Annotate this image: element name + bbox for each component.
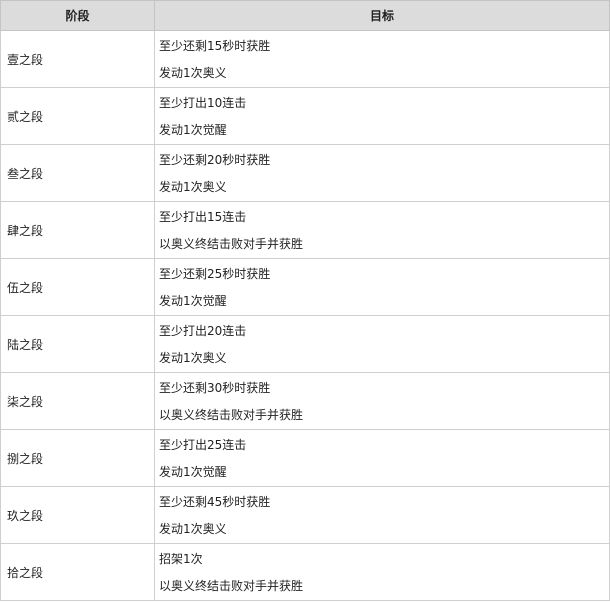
goal-line: 至少打出10连击 [159,96,247,110]
goal-cell: 至少还剩15秒时获胜 发动1次奥义 [154,30,610,88]
goal-cell: 至少还剩20秒时获胜 发动1次奥义 [154,144,610,202]
goal-cell: 至少还剩25秒时获胜 发动1次觉醒 [154,258,610,316]
table-row: 壹之段 至少还剩15秒时获胜 发动1次奥义 [0,30,610,88]
header-goal: 目标 [154,0,610,31]
header-stage: 阶段 [0,0,155,31]
table-row: 陆之段 至少打出20连击 发动1次奥义 [0,315,610,373]
table-row: 叁之段 至少还剩20秒时获胜 发动1次奥义 [0,144,610,202]
goal-cell: 招架1次 以奥义终结击败对手并获胜 [154,543,610,601]
goal-cell: 至少打出20连击 发动1次奥义 [154,315,610,373]
goal-line: 以奥义终结击败对手并获胜 [159,408,304,422]
table-header-row: 阶段 目标 [0,0,610,31]
table-row: 拾之段 招架1次 以奥义终结击败对手并获胜 [0,543,610,601]
goal-line: 至少打出20连击 [159,324,247,338]
goal-cell: 至少还剩30秒时获胜 以奥义终结击败对手并获胜 [154,372,610,430]
goal-line: 至少还剩45秒时获胜 [159,495,271,509]
stage-goals-table: 阶段 目标 壹之段 至少还剩15秒时获胜 发动1次奥义 贰之段 至少打出10连击… [0,0,610,601]
goal-cell: 至少还剩45秒时获胜 发动1次奥义 [154,486,610,544]
goal-line: 发动1次觉醒 [159,294,227,308]
goal-line: 发动1次奥义 [159,522,227,536]
goal-line: 发动1次奥义 [159,351,227,365]
stage-cell: 陆之段 [0,315,155,373]
goal-line: 至少还剩30秒时获胜 [159,381,271,395]
page: 阶段 目标 壹之段 至少还剩15秒时获胜 发动1次奥义 贰之段 至少打出10连击… [0,0,610,602]
goal-line: 发动1次觉醒 [159,465,227,479]
goal-cell: 至少打出10连击 发动1次觉醒 [154,87,610,145]
stage-cell: 肆之段 [0,201,155,259]
table-row: 肆之段 至少打出15连击 以奥义终结击败对手并获胜 [0,201,610,259]
table-row: 贰之段 至少打出10连击 发动1次觉醒 [0,87,610,145]
table-row: 捌之段 至少打出25连击 发动1次觉醒 [0,429,610,487]
table-row: 玖之段 至少还剩45秒时获胜 发动1次奥义 [0,486,610,544]
stage-cell: 贰之段 [0,87,155,145]
goal-line: 至少还剩15秒时获胜 [159,39,271,53]
goal-line: 至少还剩20秒时获胜 [159,153,271,167]
goal-line: 至少打出25连击 [159,438,247,452]
stage-cell: 捌之段 [0,429,155,487]
stage-cell: 叁之段 [0,144,155,202]
goal-line: 至少打出15连击 [159,210,247,224]
stage-cell: 伍之段 [0,258,155,316]
stage-cell: 拾之段 [0,543,155,601]
goal-line: 招架1次 [159,552,203,566]
goal-cell: 至少打出25连击 发动1次觉醒 [154,429,610,487]
goal-line: 发动1次奥义 [159,66,227,80]
stage-cell: 玖之段 [0,486,155,544]
goal-line: 发动1次奥义 [159,180,227,194]
goal-line: 发动1次觉醒 [159,123,227,137]
goal-line: 以奥义终结击败对手并获胜 [159,579,304,593]
table-row: 伍之段 至少还剩25秒时获胜 发动1次觉醒 [0,258,610,316]
goal-cell: 至少打出15连击 以奥义终结击败对手并获胜 [154,201,610,259]
goal-line: 以奥义终结击败对手并获胜 [159,237,304,251]
stage-cell: 柒之段 [0,372,155,430]
table-body: 壹之段 至少还剩15秒时获胜 发动1次奥义 贰之段 至少打出10连击 发动1次觉… [0,30,610,601]
table-row: 柒之段 至少还剩30秒时获胜 以奥义终结击败对手并获胜 [0,372,610,430]
goal-line: 至少还剩25秒时获胜 [159,267,271,281]
stage-cell: 壹之段 [0,30,155,88]
